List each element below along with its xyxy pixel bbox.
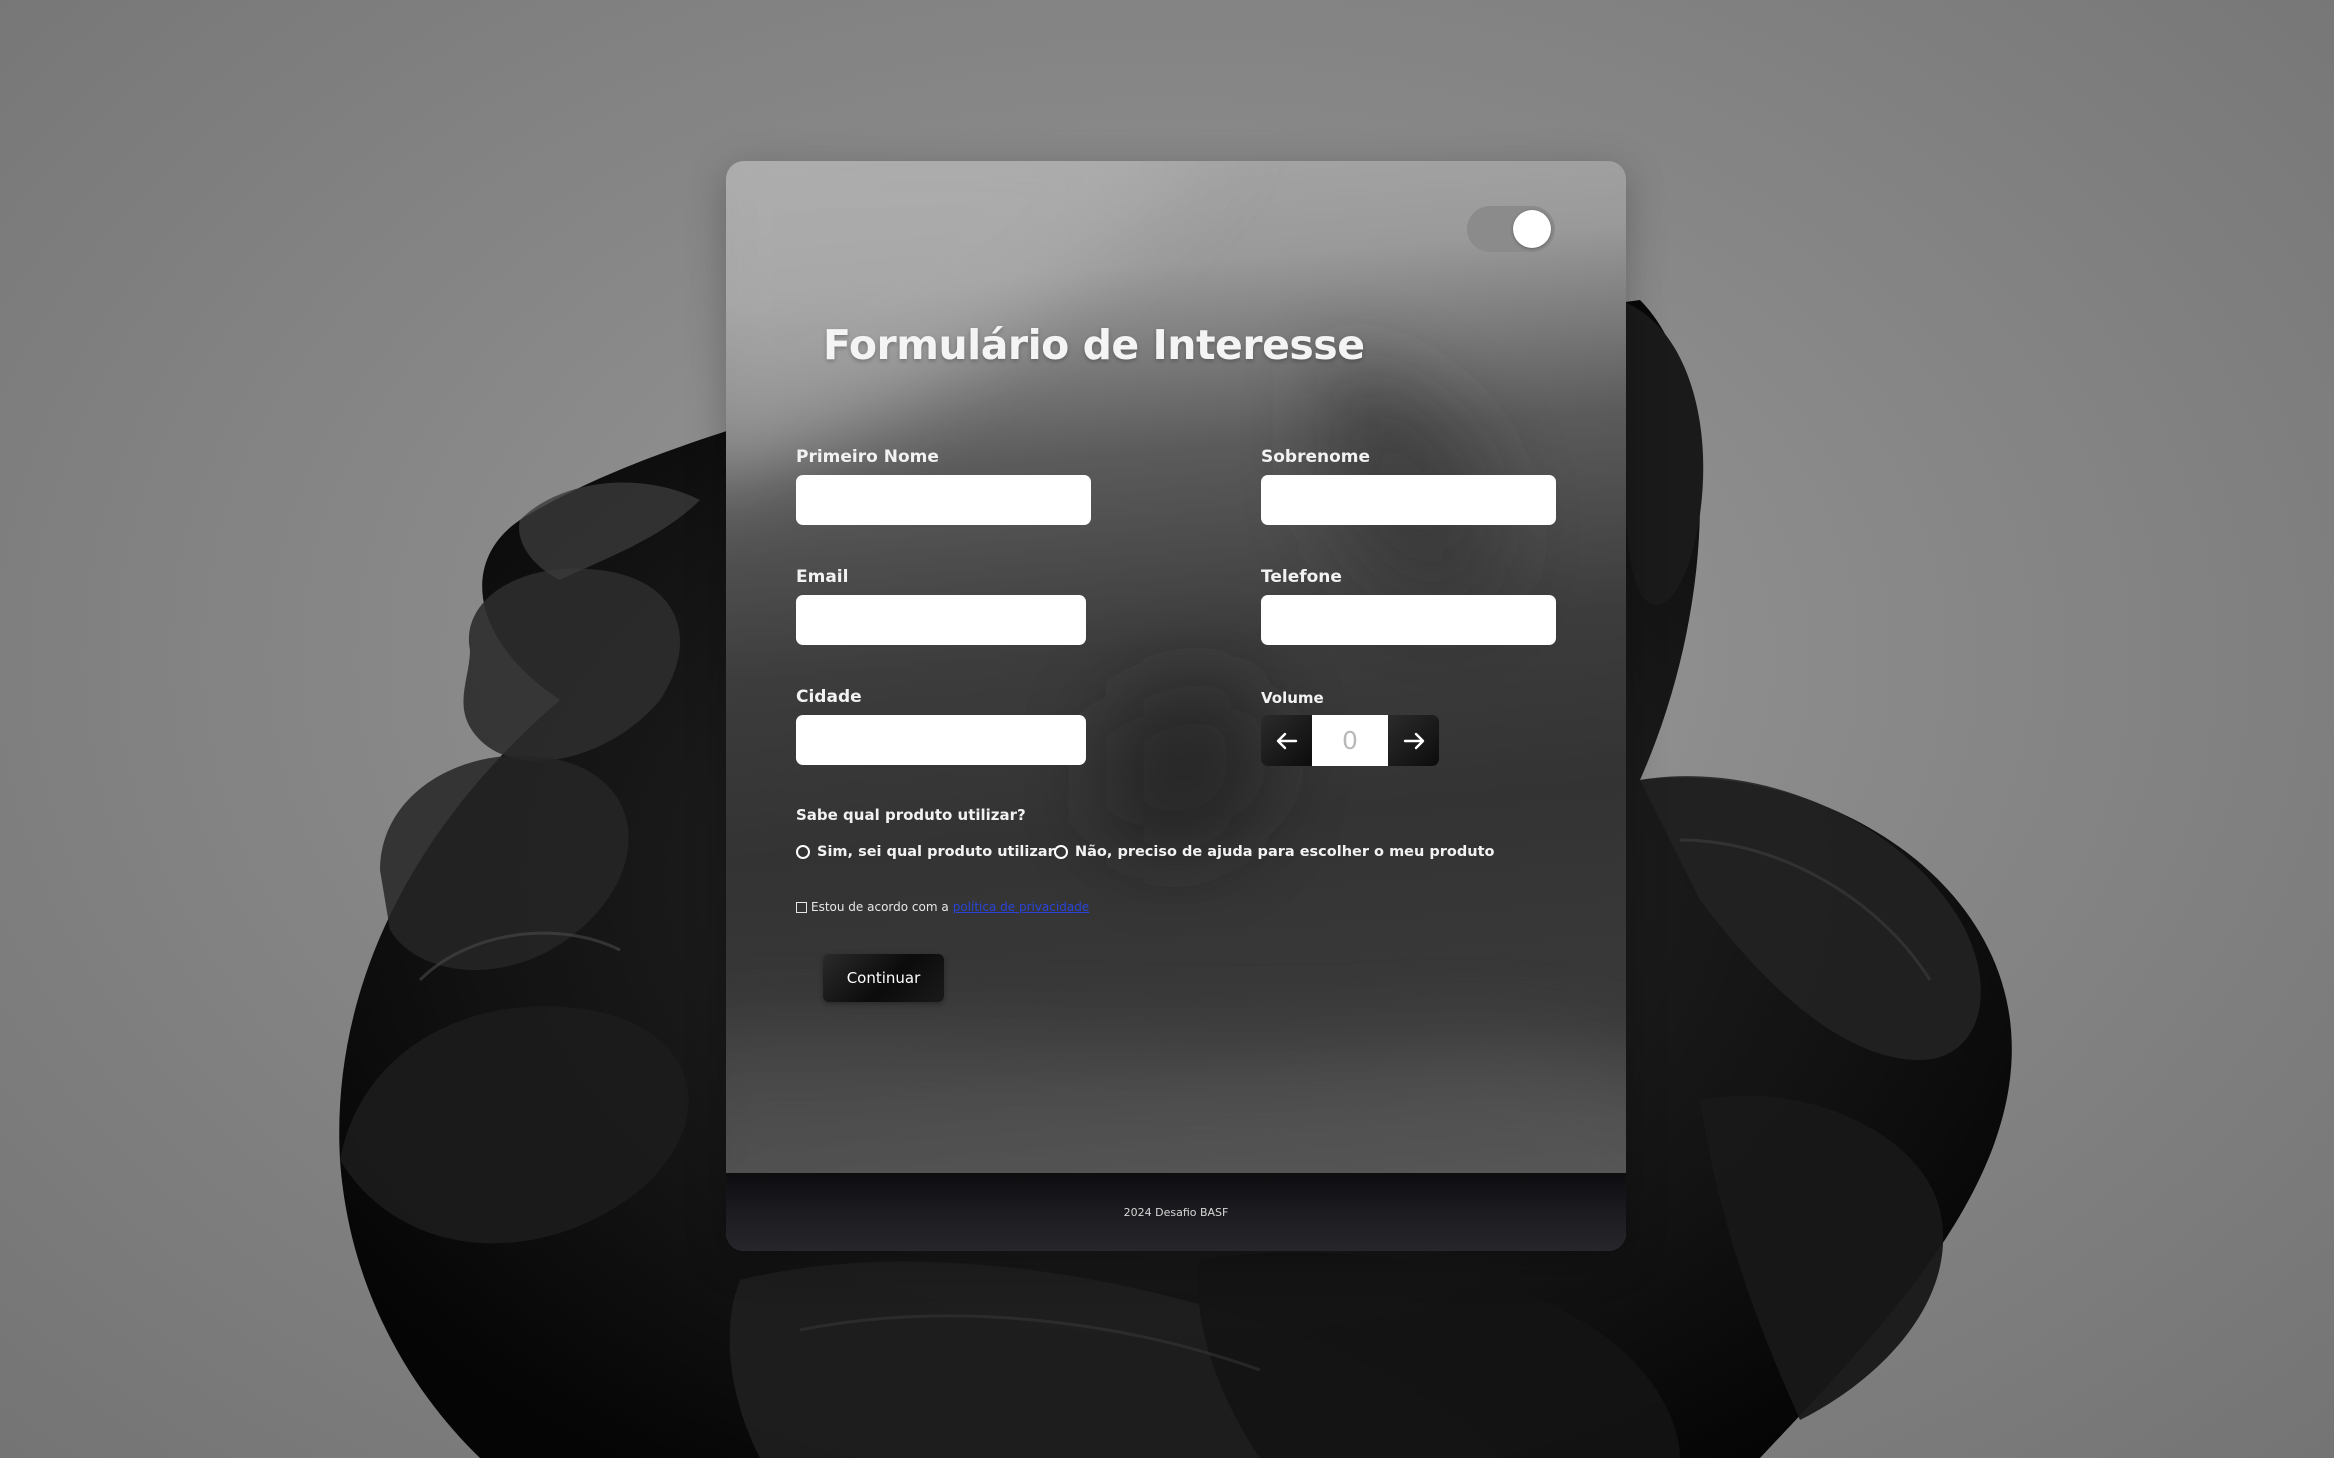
volume-decrement-button[interactable] — [1261, 715, 1312, 766]
last-name-label: Sobrenome — [1261, 447, 1371, 467]
footer-copyright: 2024 Desafio BASF — [1123, 1205, 1229, 1219]
privacy-consent-checkbox[interactable] — [796, 901, 807, 913]
volume-value[interactable]: 0 — [1312, 715, 1388, 766]
arrow-right-icon — [1403, 732, 1424, 749]
privacy-policy-link[interactable]: política de privacidade — [953, 900, 1090, 914]
radio-button-no[interactable] — [1054, 845, 1068, 859]
privacy-consent: Estou de acordo com a política de privac… — [796, 900, 1089, 914]
last-name-input[interactable] — [1261, 475, 1556, 525]
city-label: Cidade — [796, 687, 862, 707]
arrow-left-icon — [1276, 732, 1297, 749]
footer: 2024 Desafio BASF — [726, 1173, 1626, 1251]
radio-option-no[interactable]: Não, preciso de ajuda para escolher o me… — [1054, 844, 1494, 860]
interest-form-card: Formulário de Interesse Primeiro Nome So… — [726, 161, 1626, 1251]
volume-stepper[interactable]: 0 — [1261, 715, 1439, 766]
first-name-input[interactable] — [796, 475, 1091, 525]
volume-increment-button[interactable] — [1388, 715, 1439, 766]
email-label: Email — [796, 567, 849, 587]
volume-label: Volume — [1261, 689, 1324, 707]
page-title: Formulário de Interesse — [823, 321, 1365, 369]
phone-label: Telefone — [1261, 567, 1342, 587]
toggle-knob — [1513, 210, 1551, 248]
continue-button[interactable]: Continuar — [823, 954, 944, 1002]
radio-button-yes[interactable] — [796, 845, 810, 859]
radio-option-yes-label: Sim, sei qual produto utilizar — [817, 844, 1055, 860]
email-input[interactable] — [796, 595, 1086, 645]
phone-input[interactable] — [1261, 595, 1556, 645]
radio-option-no-label: Não, preciso de ajuda para escolher o me… — [1075, 844, 1495, 860]
product-question-label: Sabe qual produto utilizar? — [796, 806, 1026, 824]
theme-toggle-switch[interactable] — [1467, 206, 1555, 252]
first-name-label: Primeiro Nome — [796, 447, 939, 467]
privacy-consent-text: Estou de acordo com a — [811, 900, 949, 914]
radio-option-yes[interactable]: Sim, sei qual produto utilizar — [796, 844, 1055, 860]
city-input[interactable] — [796, 715, 1086, 765]
